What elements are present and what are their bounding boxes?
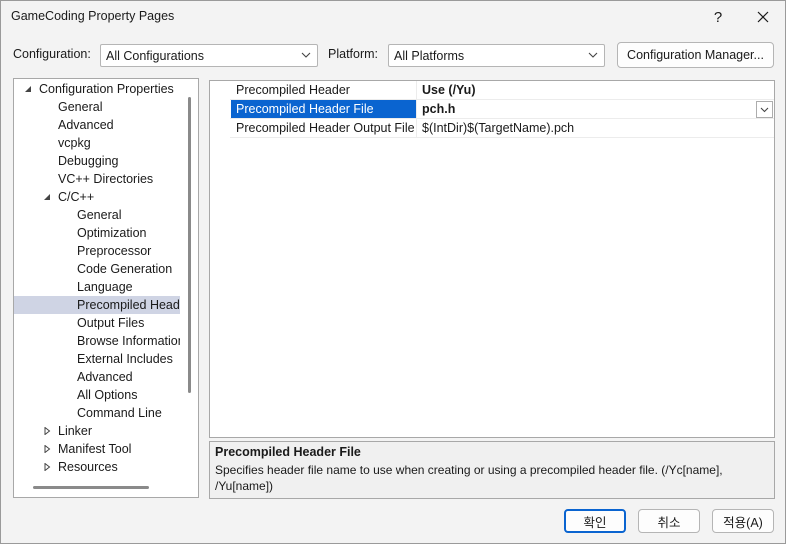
tree-item[interactable]: Language — [14, 278, 180, 296]
tree-item[interactable]: Advanced — [14, 368, 180, 386]
title-bar: GameCoding Property Pages ? — [1, 1, 785, 33]
property-grid: Precompiled Header Use (/Yu) Precompiled H… — [209, 80, 775, 438]
tree-item-label: Manifest Tool — [58, 442, 132, 456]
tree-item[interactable]: Command Line — [14, 404, 180, 422]
tree-item-label: Advanced — [58, 118, 114, 132]
tree-item-label: Debugging — [58, 154, 119, 168]
platform-select[interactable]: All Platforms — [388, 44, 605, 67]
tree-item-label: C/C++ — [58, 190, 95, 204]
tree-item-label: General — [77, 208, 122, 222]
tree-item[interactable]: Resources — [14, 458, 180, 476]
close-button[interactable] — [741, 1, 785, 33]
description-text: Specifies header file name to use when c… — [215, 463, 723, 493]
tree-item[interactable]: Optimization — [14, 224, 180, 242]
property-name: Precompiled Header — [231, 81, 417, 99]
help-button[interactable]: ? — [696, 1, 740, 33]
ok-button[interactable]: 확인 — [564, 509, 626, 533]
property-tree: Configuration Properties General Advanced v… — [13, 78, 199, 498]
tree-item-label: External Includes — [77, 352, 173, 366]
window-title: GameCoding Property Pages — [11, 9, 175, 23]
tree-item-label: Command Line — [77, 406, 162, 420]
tree-item[interactable]: Configuration Properties — [14, 80, 180, 98]
chevron-down-icon — [760, 107, 769, 113]
collapsed-triangle-icon[interactable] — [43, 463, 51, 471]
tree-item[interactable]: External Includes — [14, 350, 180, 368]
tree-item[interactable]: Browse Information — [14, 332, 180, 350]
property-row[interactable]: Precompiled Header Output File $(IntDir)$… — [210, 119, 774, 138]
tree-item-label: VC++ Directories — [58, 172, 154, 186]
chevron-down-icon — [301, 52, 311, 58]
configuration-select[interactable]: All Configurations — [100, 44, 318, 67]
description-panel: Precompiled Header File Specifies header… — [209, 441, 775, 499]
configuration-value: All Configurations — [106, 49, 204, 63]
tree-item[interactable]: Debugging — [14, 152, 180, 170]
tree-item-label: Precompiled Headers — [77, 298, 180, 312]
platform-value: All Platforms — [394, 49, 465, 63]
chevron-down-icon — [588, 52, 598, 58]
property-row[interactable]: Precompiled Header File pch.h — [210, 100, 774, 119]
row-gutter — [210, 100, 230, 119]
tree-item-label: All Options — [77, 388, 138, 402]
tree-vertical-scrollbar[interactable] — [188, 97, 191, 393]
tree-item[interactable]: VC++ Directories — [14, 170, 180, 188]
tree-item[interactable]: General — [14, 98, 180, 116]
tree-item-label: Configuration Properties — [39, 82, 174, 96]
tree-item[interactable]: C/C++ — [14, 188, 180, 206]
tree-item[interactable]: General — [14, 206, 180, 224]
tree-item-label: Optimization — [77, 226, 147, 240]
tree-item[interactable]: Code Generation — [14, 260, 180, 278]
tree-item[interactable]: vcpkg — [14, 134, 180, 152]
tree-item-label: Browse Information — [77, 334, 180, 348]
row-gutter — [210, 81, 230, 100]
tree-item-label: Code Generation — [77, 262, 173, 276]
tree-item-label: vcpkg — [58, 136, 91, 150]
description-title: Precompiled Header File — [215, 445, 361, 459]
cancel-button[interactable]: 취소 — [638, 509, 700, 533]
property-value[interactable]: $(IntDir)$(TargetName).pch — [418, 119, 774, 137]
configuration-manager-button[interactable]: Configuration Manager... — [617, 42, 774, 68]
property-pages-window: GameCoding Property Pages ? Configuratio… — [0, 0, 786, 544]
expanded-triangle-icon[interactable] — [24, 85, 32, 93]
tree-item[interactable]: Precompiled Headers — [14, 296, 180, 314]
apply-button[interactable]: 적용(A) — [712, 509, 774, 533]
tree-item[interactable]: Advanced — [14, 116, 180, 134]
tree-item-label: Linker — [58, 424, 93, 438]
tree-item[interactable]: Manifest Tool — [14, 440, 180, 458]
tree-item[interactable]: Linker — [14, 422, 180, 440]
tree-item-label: Resources — [58, 460, 118, 474]
tree-item-label: General — [58, 100, 103, 114]
tree-item-label: Preprocessor — [77, 244, 152, 258]
tree-item-label: Advanced — [77, 370, 133, 384]
property-value[interactable]: pch.h — [418, 100, 774, 118]
tree-item[interactable]: Output Files — [14, 314, 180, 332]
expanded-triangle-icon[interactable] — [43, 193, 51, 201]
value-dropdown-button[interactable] — [756, 101, 773, 118]
platform-label: Platform: — [328, 47, 379, 61]
tree-item[interactable]: Preprocessor — [14, 242, 180, 260]
collapsed-triangle-icon[interactable] — [43, 427, 51, 435]
tree-item-label: Output Files — [77, 316, 145, 330]
property-value[interactable]: Use (/Yu) — [418, 81, 774, 99]
row-gutter — [210, 119, 230, 138]
close-icon — [757, 11, 769, 23]
tree-horizontal-scrollbar[interactable] — [33, 486, 149, 489]
configuration-label: Configuration: — [13, 47, 91, 61]
tree-item[interactable]: All Options — [14, 386, 180, 404]
tree-item-label: Language — [77, 280, 133, 294]
property-name: Precompiled Header Output File — [231, 119, 417, 137]
property-name: Precompiled Header File — [231, 100, 417, 118]
property-row[interactable]: Precompiled Header Use (/Yu) — [210, 81, 774, 100]
collapsed-triangle-icon[interactable] — [43, 445, 51, 453]
